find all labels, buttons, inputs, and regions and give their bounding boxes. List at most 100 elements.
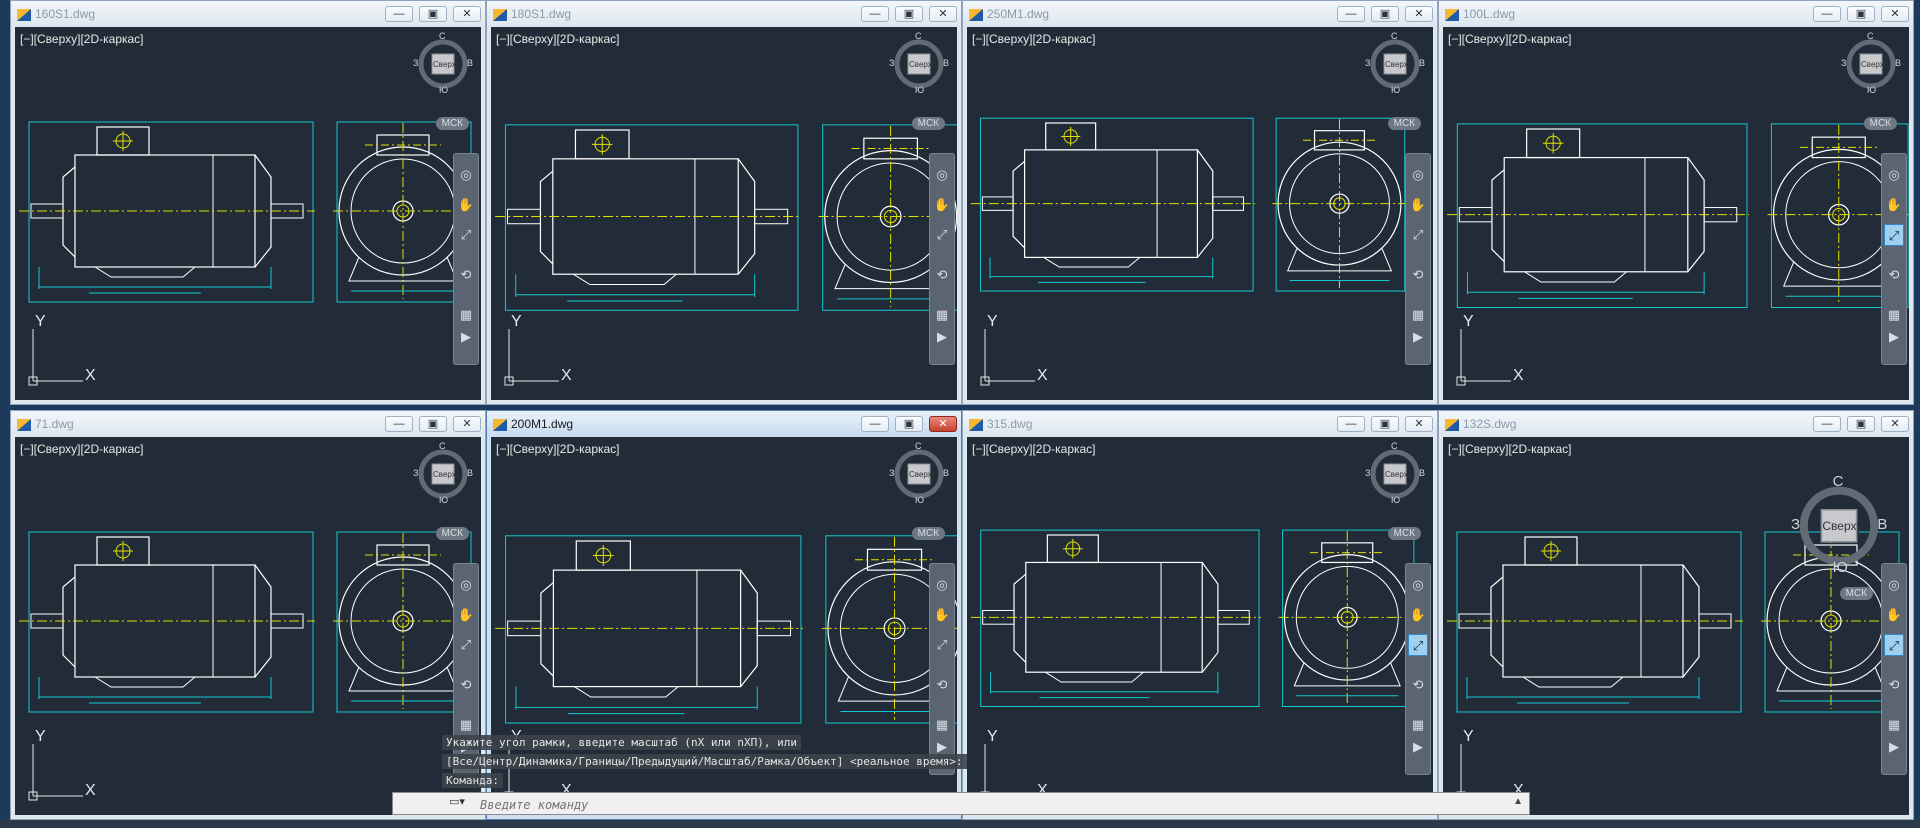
- zoom-window-icon[interactable]: ⤢: [456, 634, 476, 656]
- maximize-button[interactable]: ▣: [895, 6, 923, 22]
- pan-icon[interactable]: ✋: [932, 604, 952, 626]
- window-titlebar[interactable]: 200M1.dwg — ▣ ✕: [487, 411, 961, 437]
- viewcube-north[interactable]: С: [1867, 31, 1874, 41]
- steering-wheel-icon[interactable]: ◎: [456, 164, 476, 186]
- drawing-viewport[interactable]: [−][Сверху][2D-каркас] С Ю З В Сверху МСК ◎ ✋ ⤢ ⟲…: [1443, 27, 1909, 400]
- play-icon[interactable]: ▶: [1408, 326, 1428, 348]
- minimize-button[interactable]: —: [385, 6, 413, 22]
- drawing-window[interactable]: 160S1.dwg — ▣ ✕ [−][Сверху][2D-каркас] СЮЗВС…: [10, 0, 486, 405]
- orbit-icon[interactable]: ⟲: [932, 674, 952, 696]
- viewcube-face-top[interactable]: Сверху: [1822, 519, 1862, 533]
- ucs-menu-button[interactable]: МСК: [911, 117, 945, 130]
- pan-icon[interactable]: ✋: [1408, 194, 1428, 216]
- viewcube-east[interactable]: В: [1877, 516, 1887, 533]
- zoom-window-icon[interactable]: ⤢: [932, 224, 952, 246]
- viewcube-north[interactable]: С: [439, 31, 446, 41]
- steering-wheel-icon[interactable]: ◎: [456, 574, 476, 596]
- orbit-icon[interactable]: ⟲: [1408, 674, 1428, 696]
- viewcube-west[interactable]: З: [413, 468, 418, 478]
- window-titlebar[interactable]: 160S1.dwg — ▣ ✕: [11, 1, 485, 27]
- close-button[interactable]: ✕: [453, 6, 481, 22]
- pan-icon[interactable]: ✋: [456, 604, 476, 626]
- viewcube-face-top[interactable]: Сверху: [433, 60, 460, 69]
- orbit-icon[interactable]: ⟲: [932, 264, 952, 286]
- window-titlebar[interactable]: 250M1.dwg — ▣ ✕: [963, 1, 1437, 27]
- viewcube-east[interactable]: В: [467, 468, 473, 478]
- navigation-bar[interactable]: ◎✋⤢⟲▦▶: [1405, 563, 1431, 775]
- viewcube-west[interactable]: З: [413, 58, 418, 68]
- viewcube-south[interactable]: Ю: [915, 495, 924, 505]
- viewcube-face-top[interactable]: Сверху: [1861, 60, 1888, 69]
- play-icon[interactable]: ▶: [456, 326, 476, 348]
- maximize-button[interactable]: ▣: [1371, 6, 1399, 22]
- ucs-menu-button[interactable]: МСК: [911, 527, 945, 540]
- viewcube-south[interactable]: Ю: [439, 85, 448, 95]
- orbit-icon[interactable]: ⟲: [1884, 264, 1904, 286]
- navigation-bar[interactable]: ◎✋⤢⟲▦▶: [929, 153, 955, 365]
- viewcube-east[interactable]: В: [1419, 58, 1425, 68]
- zoom-window-icon[interactable]: ⤢: [1408, 224, 1428, 246]
- viewcube[interactable]: С Ю З В Сверху: [889, 441, 949, 507]
- pan-icon[interactable]: ✋: [456, 194, 476, 216]
- ucs-menu-button[interactable]: МСК: [1839, 587, 1873, 600]
- viewcube-north[interactable]: С: [915, 441, 922, 451]
- minimize-button[interactable]: —: [1813, 416, 1841, 432]
- play-icon[interactable]: ▶: [1884, 326, 1904, 348]
- minimize-button[interactable]: —: [861, 416, 889, 432]
- viewcube-north[interactable]: С: [1391, 441, 1398, 451]
- viewcube-north[interactable]: С: [1833, 473, 1844, 490]
- zoom-window-icon[interactable]: ⤢: [1884, 224, 1904, 246]
- pan-icon[interactable]: ✋: [1408, 604, 1428, 626]
- zoom-window-icon[interactable]: ⤢: [932, 634, 952, 656]
- navigation-bar[interactable]: ◎ ✋ ⤢ ⟲ ▦▶: [1881, 153, 1907, 365]
- viewcube[interactable]: С Ю З В Сверху: [1791, 473, 1887, 579]
- navigation-bar[interactable]: ◎✋⤢⟲▦▶: [929, 563, 955, 775]
- play-icon[interactable]: ▶: [1884, 736, 1904, 758]
- navigation-bar[interactable]: ◎✋⤢⟲▦▶: [1881, 563, 1907, 775]
- drawing-viewport[interactable]: [−][Сверху][2D-каркас] С Ю З В Сверху МСК ◎ ✋ ⤢ ⟲…: [967, 27, 1433, 400]
- viewcube-east[interactable]: В: [943, 468, 949, 478]
- pan-icon[interactable]: ✋: [1884, 194, 1904, 216]
- close-button[interactable]: ✕: [929, 416, 957, 432]
- viewcube-north[interactable]: С: [1391, 31, 1398, 41]
- drawing-viewport[interactable]: [−][Сверху][2D-каркас] С Ю З В Сверху МСК ◎ ✋ ⤢ ⟲…: [491, 27, 957, 400]
- zoom-window-icon[interactable]: ⤢: [1884, 634, 1904, 656]
- viewcube-east[interactable]: В: [943, 58, 949, 68]
- play-icon[interactable]: ▶: [932, 326, 952, 348]
- showmotion-icon[interactable]: ▦: [456, 714, 476, 736]
- showmotion-icon[interactable]: ▦: [1884, 304, 1904, 326]
- viewcube-south[interactable]: Ю: [439, 495, 448, 505]
- drawing-viewport[interactable]: [−][Сверху][2D-каркас] С Ю З В Сверху МСК ◎ ✋ ⤢ ⟲…: [1443, 437, 1909, 815]
- drawing-window[interactable]: 180S1.dwg — ▣ ✕ [−][Сверху][2D-каркас] СЮЗВС…: [486, 0, 962, 405]
- orbit-icon[interactable]: ⟲: [1408, 264, 1428, 286]
- viewcube[interactable]: С Ю З В Сверху: [1841, 31, 1901, 97]
- ucs-menu-button[interactable]: МСК: [435, 117, 469, 130]
- zoom-window-icon[interactable]: ⤢: [456, 224, 476, 246]
- close-button[interactable]: ✕: [1405, 6, 1433, 22]
- drawing-viewport[interactable]: [−][Сверху][2D-каркас] С Ю З В Сверху МСК ◎ ✋ ⤢ ⟲…: [15, 27, 481, 400]
- viewcube-face-top[interactable]: Сверху: [909, 470, 936, 479]
- drawing-window[interactable]: 315.dwg — ▣ ✕ [−][Сверху][2D-каркас] С Ю З В Све…: [962, 410, 1438, 820]
- close-button[interactable]: ✕: [929, 6, 957, 22]
- ucs-menu-button[interactable]: МСК: [1387, 117, 1421, 130]
- viewcube-face-top[interactable]: Сверху: [433, 470, 460, 479]
- maximize-button[interactable]: ▣: [419, 416, 447, 432]
- viewcube-south[interactable]: Ю: [1867, 85, 1876, 95]
- orbit-icon[interactable]: ⟲: [456, 674, 476, 696]
- drawing-window[interactable]: 132S.dwg — ▣ ✕ [−][Сверху][2D-каркас] С Ю З В Св…: [1438, 410, 1914, 820]
- window-titlebar[interactable]: 71.dwg — ▣ ✕: [11, 411, 485, 437]
- ucs-menu-button[interactable]: МСК: [1863, 117, 1897, 130]
- window-titlebar[interactable]: 100L.dwg — ▣ ✕: [1439, 1, 1913, 27]
- showmotion-icon[interactable]: ▦: [1884, 714, 1904, 736]
- showmotion-icon[interactable]: ▦: [932, 714, 952, 736]
- viewcube-west[interactable]: З: [889, 58, 894, 68]
- minimize-button[interactable]: —: [1813, 6, 1841, 22]
- viewcube-west[interactable]: З: [1841, 58, 1846, 68]
- viewcube-face-top[interactable]: Сверху: [1385, 470, 1412, 479]
- steering-wheel-icon[interactable]: ◎: [1884, 574, 1904, 596]
- showmotion-icon[interactable]: ▦: [1408, 304, 1428, 326]
- maximize-button[interactable]: ▣: [895, 416, 923, 432]
- steering-wheel-icon[interactable]: ◎: [1884, 164, 1904, 186]
- viewcube[interactable]: С Ю З В Сверху: [889, 31, 949, 97]
- viewcube-face-top[interactable]: Сверху: [909, 60, 936, 69]
